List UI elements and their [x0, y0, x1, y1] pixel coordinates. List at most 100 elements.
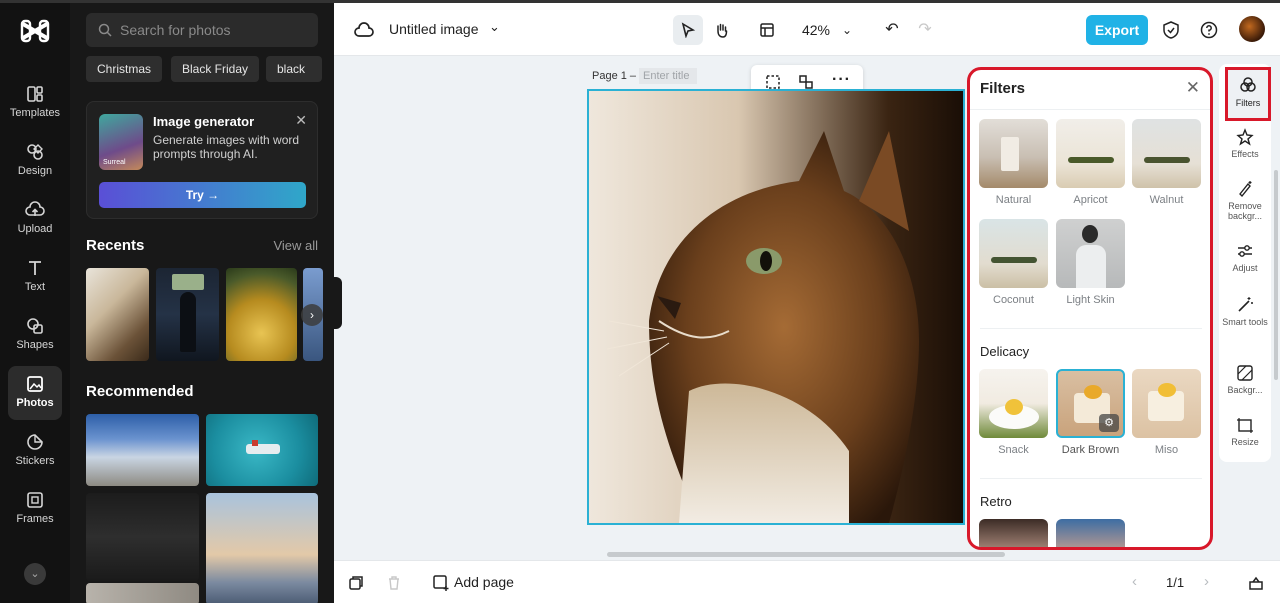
- right-rail: Filters Effects Remove backgr... Adjust …: [1219, 64, 1271, 462]
- nav-label-upload: Upload: [17, 223, 53, 235]
- chip-christmas[interactable]: Christmas: [86, 56, 163, 82]
- rail-label-effects: Effects: [1231, 149, 1259, 159]
- close-icon[interactable]: ✕: [1186, 78, 1200, 98]
- filter-snack[interactable]: [979, 369, 1048, 438]
- shield-icon[interactable]: [1163, 21, 1179, 39]
- rail-item-smart-tools[interactable]: Smart tools: [1219, 296, 1271, 327]
- page-counter: 1/1: [1166, 575, 1185, 590]
- help-icon[interactable]: [1200, 21, 1218, 39]
- export-button[interactable]: Export: [1086, 15, 1148, 45]
- canvas-image[interactable]: [587, 89, 965, 525]
- rail-label-adjust: Adjust: [1232, 263, 1258, 273]
- prev-page-icon[interactable]: ‹: [1132, 573, 1137, 590]
- hand-tool[interactable]: [707, 15, 737, 45]
- nav-item-stickers[interactable]: Stickers: [8, 424, 62, 478]
- rail-item-background[interactable]: Backgr...: [1219, 364, 1271, 395]
- filter-coconut[interactable]: [979, 219, 1048, 288]
- layout-tool[interactable]: [747, 15, 787, 45]
- undo-icon[interactable]: ↶: [882, 15, 902, 45]
- add-page-icon[interactable]: [432, 574, 450, 592]
- rail-label-smart-tools: Smart tools: [1222, 317, 1268, 327]
- page-title-input[interactable]: Enter title: [639, 68, 697, 84]
- vertical-scrollbar[interactable]: [1274, 170, 1278, 380]
- recommended-photo-stones[interactable]: [86, 583, 199, 603]
- filter-label-snack: Snack: [998, 444, 1029, 456]
- nav-item-upload[interactable]: Upload: [8, 192, 62, 246]
- nav-item-frames[interactable]: Frames: [8, 482, 62, 536]
- filter-label-coconut: Coconut: [993, 294, 1034, 306]
- add-page-button[interactable]: Add page: [454, 574, 514, 590]
- recommended-photo-city-sky[interactable]: [86, 414, 199, 486]
- filter-label-natural: Natural: [995, 194, 1032, 206]
- zoom-chevron-icon[interactable]: ⌄: [839, 15, 855, 45]
- more-options-icon[interactable]: ···: [832, 71, 851, 89]
- resize-icon: [1237, 418, 1253, 433]
- duplicate-page-icon[interactable]: [348, 575, 364, 591]
- filter-miso[interactable]: [1132, 369, 1201, 438]
- chevron-down-icon[interactable]: ⌄: [489, 19, 500, 35]
- pages-panel-icon[interactable]: [1248, 575, 1264, 591]
- recent-photo-ornament[interactable]: [226, 268, 297, 361]
- filter-apricot[interactable]: [1056, 119, 1125, 188]
- select-area-icon[interactable]: [765, 74, 781, 90]
- cloud-save-icon[interactable]: [354, 21, 374, 39]
- select-tool[interactable]: [673, 15, 703, 45]
- group-icon[interactable]: [798, 74, 814, 90]
- filter-dark-brown[interactable]: ⚙: [1056, 369, 1125, 438]
- page-label: Page 1 –: [592, 70, 637, 82]
- document-title[interactable]: Untitled image: [389, 21, 479, 37]
- adjust-icon: [1238, 245, 1252, 257]
- nav-label-stickers: Stickers: [15, 455, 55, 467]
- nav-item-shapes[interactable]: Shapes: [8, 308, 62, 362]
- collapse-panel-handle[interactable]: [334, 277, 342, 329]
- filter-retro-2[interactable]: [1056, 519, 1125, 547]
- recent-photo-man-money[interactable]: [156, 268, 219, 361]
- nav-item-photos[interactable]: Photos: [8, 366, 62, 420]
- chevron-right-icon[interactable]: ›: [301, 304, 323, 326]
- divider: [980, 478, 1202, 479]
- nav-item-design[interactable]: Design: [8, 134, 62, 188]
- nav-item-templates[interactable]: Templates: [8, 76, 62, 130]
- filter-walnut[interactable]: [1132, 119, 1201, 188]
- filter-label-light-skin: Light Skin: [1066, 294, 1115, 306]
- text-icon: [29, 261, 41, 275]
- recent-photo-cat[interactable]: [86, 268, 149, 361]
- filter-settings-icon[interactable]: ⚙: [1099, 414, 1119, 432]
- close-icon[interactable]: ✕: [295, 112, 307, 129]
- avatar[interactable]: [1239, 16, 1265, 42]
- divider: [980, 328, 1202, 329]
- filter-light-skin[interactable]: [1056, 219, 1125, 288]
- recommended-photo-dark-texture[interactable]: [86, 493, 199, 581]
- recommended-photo-boat[interactable]: [206, 414, 318, 486]
- rail-item-adjust[interactable]: Adjust: [1219, 242, 1271, 273]
- view-all-link[interactable]: View all: [273, 238, 318, 253]
- search-input[interactable]: Search for photos: [120, 22, 231, 38]
- chip-black[interactable]: black: [266, 56, 322, 82]
- filter-natural[interactable]: [979, 119, 1048, 188]
- shapes-icon: [27, 318, 43, 334]
- more-apps-button[interactable]: ⌄: [24, 563, 46, 585]
- filter-retro-1[interactable]: [979, 519, 1048, 547]
- rail-active-label: Filters: [1235, 98, 1261, 108]
- image-generator-card: Surreal Image generator Generate images …: [86, 101, 318, 219]
- search-box[interactable]: Search for photos: [86, 13, 318, 47]
- nav-item-text[interactable]: Text: [8, 250, 62, 304]
- rail-item-resize[interactable]: Resize: [1219, 416, 1271, 447]
- delete-page-icon[interactable]: [386, 575, 402, 591]
- stickers-icon: [27, 434, 43, 450]
- filter-label-walnut: Walnut: [1149, 194, 1184, 206]
- redo-icon[interactable]: ↷: [915, 15, 935, 45]
- recommended-photo-skyline[interactable]: [206, 493, 318, 603]
- cat-photo: [589, 91, 963, 523]
- filters-panel: Filters ✕ Natural Apricot Walnut Coconut…: [967, 67, 1213, 550]
- nav-label-frames: Frames: [16, 513, 54, 525]
- nav-label-shapes: Shapes: [16, 339, 54, 351]
- next-page-icon[interactable]: ›: [1204, 573, 1209, 590]
- rail-item-remove-background[interactable]: Remove backgr...: [1219, 180, 1271, 221]
- rail-item-effects[interactable]: Effects: [1219, 128, 1271, 159]
- photos-icon: [27, 376, 43, 392]
- horizontal-scrollbar[interactable]: [607, 552, 1005, 557]
- zoom-level[interactable]: 42%: [796, 15, 836, 45]
- chip-black-friday[interactable]: Black Friday: [171, 56, 260, 82]
- try-button[interactable]: Try →: [99, 182, 306, 208]
